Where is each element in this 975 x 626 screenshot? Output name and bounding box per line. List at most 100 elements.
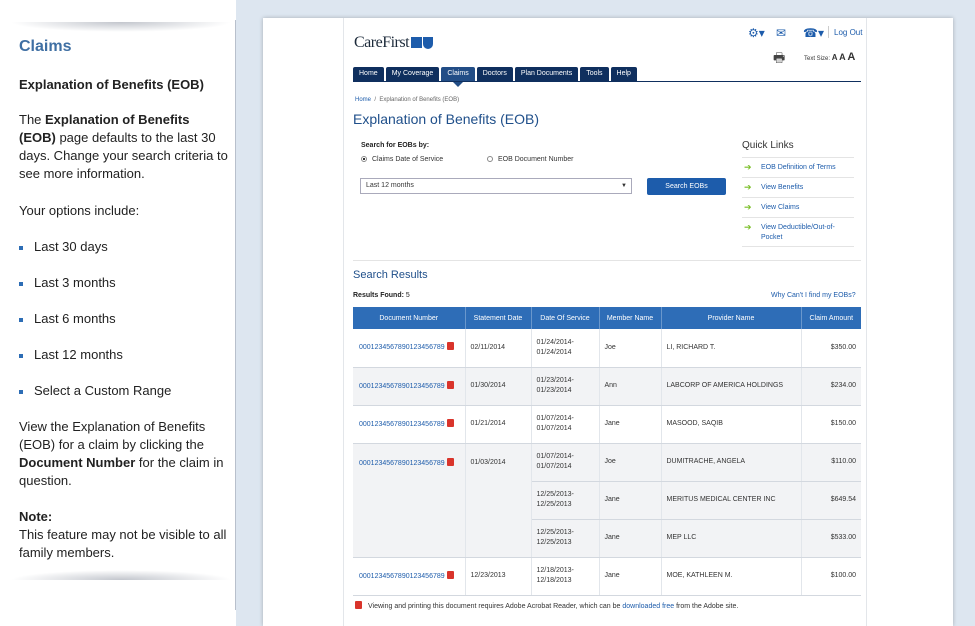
table-row: 00012345678901234567​89 01/03/2014 01/07… (353, 443, 861, 558)
download-acrobat-link[interactable]: downloaded free (622, 603, 674, 610)
provider-name: DUMITRACHE, ANGELA (661, 443, 802, 482)
document-number-link[interactable]: 00012345678901234567​89 (353, 329, 466, 368)
table-header-row: Document Number Statement Date Date Of S… (353, 307, 861, 329)
why-cant-find-link[interactable]: Why Can't I find my EOBs? (771, 292, 856, 299)
text-size-control: Text Size: A A A (804, 51, 855, 63)
bullet-icon (19, 353, 23, 358)
provider-name: MASOOD, SAQIB (661, 405, 802, 444)
help-option: Last 3 months (19, 275, 116, 290)
search-label: Search for EOBs by: (361, 142, 430, 149)
quick-link-view-deductible[interactable]: ➔ View Deductible/Out-of-Pocket (742, 217, 854, 247)
member-name: Ann (599, 367, 662, 406)
document-number-link[interactable]: 00012345678901234567​89 (353, 443, 466, 558)
panel-shadow-top (10, 22, 232, 32)
help-subtitle: Explanation of Benefits (EOB) (19, 77, 204, 92)
date-of-service: 12/25/2013- 12/25/2013 (531, 481, 600, 520)
quick-link-view-benefits[interactable]: ➔ View Benefits (742, 177, 854, 193)
tab-plan-documents[interactable]: Plan Documents (514, 67, 579, 81)
provider-name: LI, RICHARD T. (661, 329, 802, 368)
document-number-link[interactable]: 00012345678901234567​89 (353, 367, 466, 406)
provider-name: LABCORP OF AMERICA HOLDINGS (661, 367, 802, 406)
search-eobs-button[interactable]: Search EOBs (647, 178, 726, 195)
claim-amount: $234.00 (801, 367, 861, 406)
member-name: Jane (599, 405, 662, 444)
panel-shadow-bottom (10, 570, 232, 580)
pdf-icon (446, 418, 454, 427)
help-panel: Claims Explanation of Benefits (EOB) The… (0, 0, 236, 626)
main-nav: Home My Coverage Claims Doctors Plan Doc… (353, 67, 639, 87)
col-date-of-service[interactable]: Date Of Service (531, 307, 600, 329)
help-options-heading: Your options include: (19, 203, 140, 218)
bullet-icon (19, 245, 23, 250)
claim-amount: $100.00 (801, 557, 861, 596)
text-size-medium[interactable]: A (839, 52, 846, 62)
pdf-icon (446, 457, 454, 466)
tab-home[interactable]: Home (353, 67, 384, 81)
radio-date-of-service[interactable]: Claims Date of Service (361, 156, 443, 163)
help-option: Last 12 months (19, 347, 123, 362)
text-size-large[interactable]: A (847, 51, 855, 63)
col-statement-date[interactable]: Statement Date (465, 307, 532, 329)
col-provider-name[interactable]: Provider Name (661, 307, 802, 329)
provider-name: MOE, KATHLEEN M. (661, 557, 802, 596)
pdf-icon (446, 342, 454, 351)
date-range-select[interactable]: Last 12 months ▼ (360, 178, 632, 194)
phone-icon[interactable]: ☎▾ (803, 26, 824, 40)
date-of-service: 01/07/2014- 01/07/2014 (531, 443, 600, 482)
claim-amount: $649.54 (801, 481, 861, 520)
quick-link-view-claims[interactable]: ➔ View Claims (742, 197, 854, 213)
text-size-label: Text Size: (804, 56, 831, 62)
quick-link-eob-definitions[interactable]: ➔ EOB Definition of Terms (742, 157, 854, 173)
member-name: Jane (599, 481, 662, 520)
help-view-text: View the Explanation of Benefits (EOB) f… (19, 419, 224, 488)
date-of-service: 12/18/2013- 12/18/2013 (531, 557, 600, 596)
section-divider (353, 260, 861, 261)
provider-name: MEP LLC (661, 519, 802, 558)
gear-icon[interactable]: ⚙▾ (748, 26, 765, 40)
breadcrumb: Home / Explanation of Benefits (EOB) (355, 97, 460, 103)
claim-amount: $110.00 (801, 443, 861, 482)
document-number-link[interactable]: 00012345678901234567​89 (353, 405, 466, 444)
bullet-icon (19, 281, 23, 286)
col-claim-amount[interactable]: Claim Amount (801, 307, 861, 329)
statement-date: 02/11/2014 (465, 329, 532, 368)
statement-date: 12/23/2013 (465, 557, 532, 596)
col-member-name[interactable]: Member Name (599, 307, 662, 329)
document-number-link[interactable]: 00012345678901234567​89 (353, 557, 466, 596)
breadcrumb-current: Explanation of Benefits (EOB) (379, 97, 460, 103)
acrobat-notice: Viewing and printing this document requi… (353, 601, 738, 610)
text-size-small[interactable]: A (832, 53, 838, 62)
arrow-right-icon: ➔ (744, 182, 752, 192)
help-option: Last 30 days (19, 239, 108, 254)
statement-date: 01/30/2014 (465, 367, 532, 406)
help-option: Select a Custom Range (19, 383, 171, 398)
tab-my-coverage[interactable]: My Coverage (385, 67, 440, 81)
tab-doctors[interactable]: Doctors (476, 67, 513, 81)
mail-icon[interactable]: ✉ (776, 26, 786, 40)
col-document-number[interactable]: Document Number (353, 307, 466, 329)
help-option: Last 6 months (19, 311, 116, 326)
carefirst-logo[interactable]: CareFirst (354, 34, 434, 52)
date-of-service: 01/24/2014- 01/24/2014 (531, 329, 600, 368)
page-title: Explanation of Benefits (EOB) (353, 111, 539, 127)
tab-help[interactable]: Help (610, 67, 637, 81)
print-icon[interactable]: 🖶 (773, 49, 785, 71)
panel-divider (235, 20, 236, 610)
tab-tools[interactable]: Tools (580, 67, 609, 81)
pdf-icon (446, 380, 454, 389)
logout-link[interactable]: Log Out (834, 28, 862, 37)
radio-unselected-icon (487, 156, 493, 162)
claim-amount: $350.00 (801, 329, 861, 368)
help-note: Note: This feature may not be visible to … (19, 509, 227, 560)
divider (828, 26, 829, 38)
radio-selected-icon (361, 156, 367, 162)
pdf-icon (446, 570, 454, 579)
results-found: Results Found: 5 (353, 292, 410, 299)
breadcrumb-home[interactable]: Home (355, 97, 371, 103)
quick-links-title: Quick Links (742, 140, 794, 151)
claim-amount: $150.00 (801, 405, 861, 444)
claim-amount: $533.00 (801, 519, 861, 558)
radio-document-number[interactable]: EOB Document Number (487, 156, 573, 163)
search-results-heading: Search Results (353, 269, 428, 281)
tab-claims[interactable]: Claims (441, 67, 475, 87)
